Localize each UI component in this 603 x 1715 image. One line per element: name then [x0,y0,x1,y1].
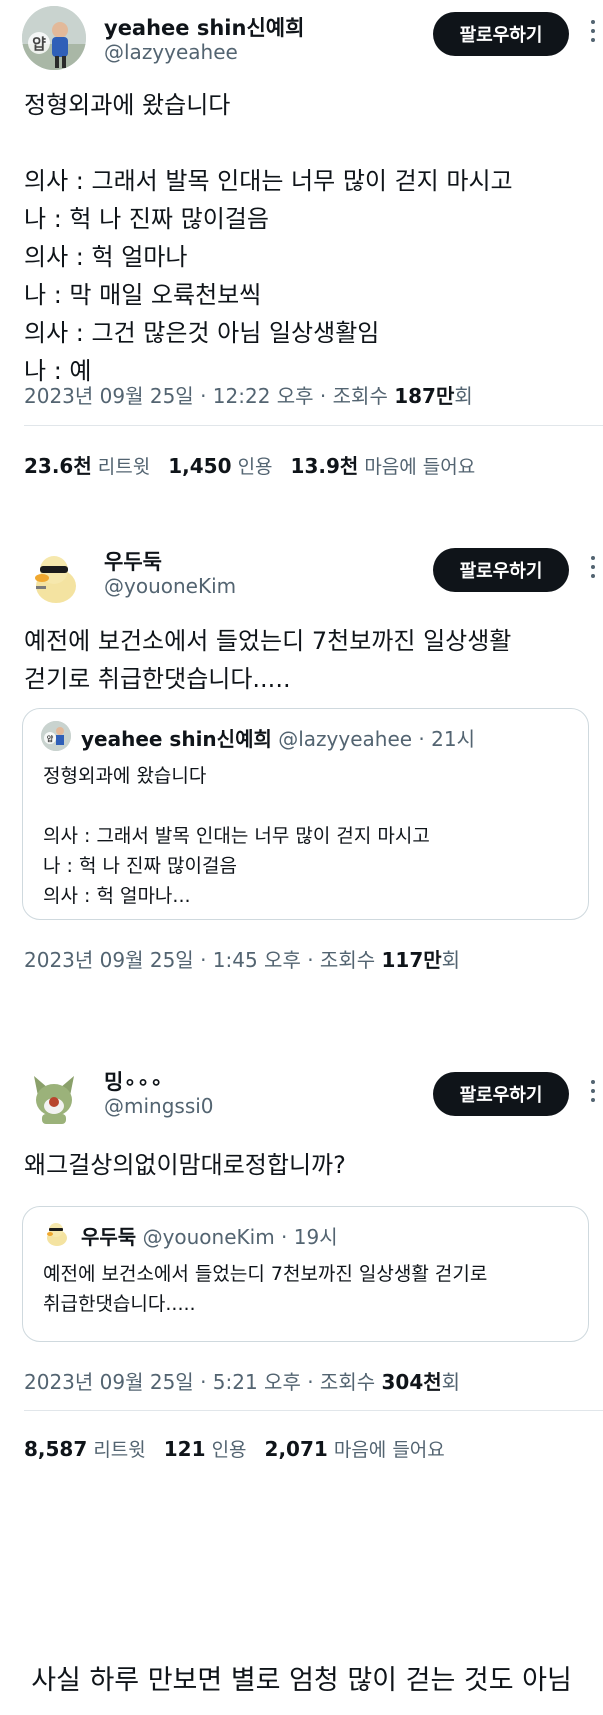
quoted-duck-avatar-image [41,1219,71,1249]
author-name[interactable]: 우두둑 [104,546,162,576]
author-handle[interactable]: @mingssi0 [104,1094,214,1118]
engagement-stats: 23.6천 리트윗 1,450 인용 13.9천 마음에 들어요 [24,450,475,479]
follow-button[interactable]: 팔로우하기 [433,548,569,592]
retweet-stat[interactable]: 23.6천 리트윗 [24,454,150,478]
more-options-icon[interactable] [583,1080,603,1102]
follow-button[interactable]: 팔로우하기 [433,12,569,56]
like-stat[interactable]: 13.9천 마음에 들어요 [291,454,476,478]
tweet-1: 얍 yeahee shin신예희 @lazyyeahee 팔로우하기 정형외과에… [0,0,603,520]
quoted-header: 우두둑 @youoneKim · 19시 [81,1221,338,1250]
follow-button[interactable]: 팔로우하기 [433,1072,569,1116]
view-suffix: 회 [441,1370,461,1394]
view-count: 117만 [381,948,442,972]
svg-text:얍: 얍 [47,734,54,743]
quote-stat[interactable]: 121 인용 [164,1437,247,1461]
cat-avatar-image [22,1066,86,1130]
quoted-header: yeahee shin신예희 @lazyyeahee · 21시 [81,723,475,752]
author-name[interactable]: 밍∘∘∘ [104,1066,163,1096]
like-stat[interactable]: 2,071 마음에 들어요 [265,1437,445,1461]
more-options-icon[interactable] [583,556,603,578]
engagement-stats: 8,587 리트윗 121 인용 2,071 마음에 들어요 [24,1435,445,1462]
avatar-lazyyeahee[interactable]: 얍 [22,6,86,70]
author-handle[interactable]: @lazyyeahee [104,40,238,64]
tweet-date[interactable]: 2023년 09월 25일 · 12:22 오후 · 조회수 [24,384,394,408]
author-name[interactable]: yeahee shin신예희 [104,12,304,42]
retweet-stat[interactable]: 8,587 리트윗 [24,1437,146,1461]
view-suffix: 회 [454,384,473,408]
quoted-author-name: 우두둑 [81,1225,137,1249]
avatar-mingssi[interactable] [22,1066,86,1130]
quote-stat[interactable]: 1,450 인용 [168,454,272,478]
view-suffix: 회 [441,948,461,972]
tweet-date[interactable]: 2023년 09월 25일 · 5:21 오후 · 조회수 [24,1370,381,1394]
tweet-meta: 2023년 09월 25일 · 1:45 오후 · 조회수 117만회 [24,944,460,973]
tweet-date[interactable]: 2023년 09월 25일 · 1:45 오후 · 조회수 [24,948,381,972]
quoted-tweet[interactable]: 얍 yeahee shin신예희 @lazyyeahee · 21시 정형외과에… [22,708,589,920]
divider [24,425,603,426]
quoted-author-handle: @youoneKim · 19시 [142,1225,338,1249]
divider [24,1410,603,1411]
svg-text:얍: 얍 [32,35,46,53]
view-count: 304천 [381,1370,442,1394]
tweet-meta: 2023년 09월 25일 · 12:22 오후 · 조회수 187만회 [24,380,473,409]
quoted-avatar [41,1219,71,1249]
tweet-3: 밍∘∘∘ @mingssi0 팔로우하기 왜그걸상의없이맘대로정합니까? 우두둑… [0,1050,603,1620]
quoted-text: 예전에 보건소에서 들었는디 7천보까진 일상생활 걷기로 취급한댓습니다...… [43,1263,488,1315]
caption-text: 사실 하루 만보면 별로 엄청 많이 걷는 것도 아님 [31,1665,572,1696]
author-handle[interactable]: @youoneKim [104,574,236,598]
avatar-image: 얍 [22,6,86,70]
quoted-author-name: yeahee shin신예희 [81,727,272,751]
quoted-avatar: 얍 [41,721,71,751]
quoted-avatar-image: 얍 [41,721,71,751]
quoted-author-handle: @lazyyeahee · 21시 [278,727,475,751]
quoted-tweet[interactable]: 우두둑 @youoneKim · 19시 예전에 보건소에서 들었는디 7천보까… [22,1206,589,1342]
tweet-meta: 2023년 09월 25일 · 5:21 오후 · 조회수 304천회 [24,1366,460,1395]
avatar-youonekim[interactable] [22,546,86,610]
quoted-text: 정형외과에 왔습니다 의사 : 그래서 발목 인대는 너무 많이 걷지 마시고 … [43,765,430,907]
more-options-icon[interactable] [583,20,603,42]
tweet-2: 우두둑 @youoneKim 팔로우하기 예전에 보건소에서 들었는디 7천보까… [0,530,603,1030]
tweet-text: 예전에 보건소에서 들었는디 7천보까진 일상생활 걷기로 취급한댓습니다...… [24,627,512,693]
view-count: 187만 [394,384,455,408]
tweet-text: 정형외과에 왔습니다 의사 : 그래서 발목 인대는 너무 많이 걷지 마시고 … [24,91,513,385]
tweet-text: 왜그걸상의없이맘대로정합니까? [24,1151,346,1179]
duck-avatar-image [22,546,86,610]
